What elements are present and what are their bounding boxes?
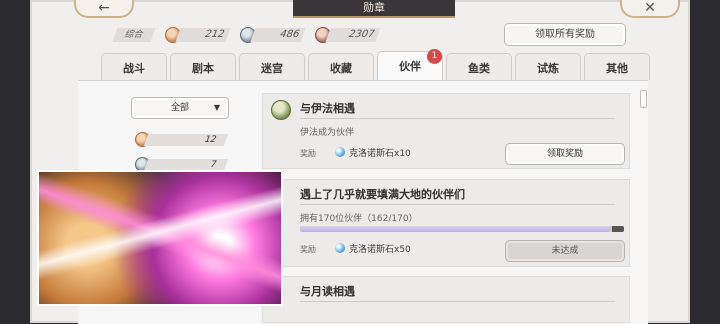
filter-selected: 全部 xyxy=(170,103,189,113)
tab-other[interactable]: 其他 xyxy=(584,53,650,80)
notification-badge: 1 xyxy=(427,49,442,64)
close-icon: ✕ xyxy=(644,0,656,16)
card-title: 与月读相遇 xyxy=(300,285,355,298)
silver-count: 7 xyxy=(143,158,229,171)
green-medal-icon xyxy=(271,100,291,120)
summary-gold: 212 xyxy=(165,27,231,43)
reward-label: 奖励 xyxy=(300,149,316,158)
tab-battle[interactable]: 战斗 xyxy=(101,53,167,80)
achievement-card: 与月读相遇 xyxy=(262,276,630,323)
card-description: 拥有170位伙伴（162/170） xyxy=(300,214,418,224)
summary-gold-count: 212 xyxy=(175,28,231,42)
reward-label: 奖励 xyxy=(300,245,316,254)
summary-bronze: 2307 xyxy=(315,27,381,43)
video-overlay[interactable] xyxy=(37,170,283,306)
medal-summary: 综合 212 486 2307 xyxy=(112,27,381,43)
summary-label: 综合 xyxy=(112,28,156,42)
reward-text: 克洛诺斯石x50 xyxy=(349,245,411,255)
summary-silver: 486 xyxy=(240,27,306,43)
back-button[interactable]: ← xyxy=(74,0,134,18)
not-achieved-button[interactable]: 未达成 xyxy=(505,240,625,262)
claim-all-button[interactable]: 领取所有奖励 xyxy=(504,23,626,46)
window-title: 勋章 xyxy=(293,0,455,18)
progress-bar xyxy=(300,226,624,232)
chronos-stone-icon xyxy=(335,243,345,253)
chevron-down-icon: ▼ xyxy=(213,103,220,112)
gold-count: 12 xyxy=(143,133,229,146)
card-divider xyxy=(300,204,615,205)
category-tabs: 战斗 剧本 迷宫 收藏 伙伴 鱼类 试炼 其他 xyxy=(101,51,650,80)
summary-silver-count: 486 xyxy=(250,28,306,42)
card-divider xyxy=(300,301,615,302)
card-title: 与伊法相遇 xyxy=(300,102,355,115)
reward-text: 克洛诺斯石x10 xyxy=(349,149,411,159)
achievement-card: 与伊法相遇 伊法成为伙伴 奖励 克洛诺斯石x10 领取奖励 xyxy=(262,93,630,169)
tab-collection[interactable]: 收藏 xyxy=(308,53,374,80)
chronos-stone-icon xyxy=(335,147,345,157)
tab-trial[interactable]: 试炼 xyxy=(515,53,581,80)
filter-count-gold: 12 xyxy=(135,132,229,147)
back-arrow-icon: ← xyxy=(98,0,110,16)
claim-reward-button[interactable]: 领取奖励 xyxy=(505,143,625,165)
tab-fish[interactable]: 鱼类 xyxy=(446,53,512,80)
card-title: 遇上了几乎就要填满大地的伙伴们 xyxy=(300,188,465,201)
card-description: 伊法成为伙伴 xyxy=(300,128,355,138)
card-divider xyxy=(300,118,615,119)
progress-fill xyxy=(300,226,609,232)
tab-labyrinth[interactable]: 迷宫 xyxy=(239,53,305,80)
summary-bronze-count: 2307 xyxy=(325,28,381,42)
progress-remaining xyxy=(612,226,624,232)
achievement-card: 遇上了几乎就要填满大地的伙伴们 拥有170位伙伴（162/170） 奖励 克洛诺… xyxy=(262,179,630,267)
filter-dropdown[interactable]: 全部 ▼ xyxy=(131,97,229,119)
close-button[interactable]: ✕ xyxy=(620,0,680,18)
scrollbar[interactable] xyxy=(640,90,647,108)
tab-story[interactable]: 剧本 xyxy=(170,53,236,80)
